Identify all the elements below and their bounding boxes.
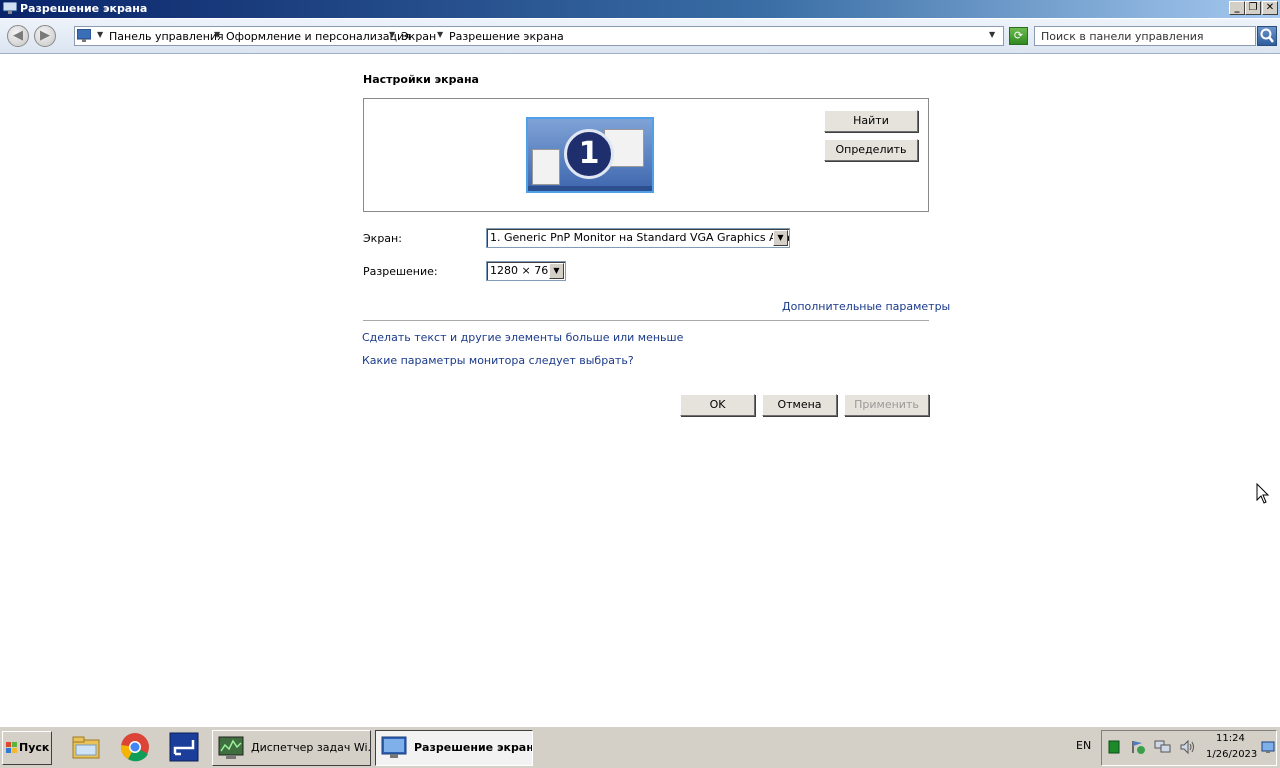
ok-button[interactable]: OK	[680, 394, 755, 416]
resolution-label: Разрешение:	[363, 265, 438, 278]
minimize-button[interactable]: _	[1229, 1, 1245, 15]
breadcrumb-appearance[interactable]: Оформление и персонализация	[226, 30, 411, 43]
navigation-bar: ◀ ▶ ▼ Панель управления ▼ Оформление и п…	[0, 19, 1280, 54]
search-icon	[1260, 28, 1274, 43]
start-label: Пуск	[19, 741, 50, 754]
windows-flag-icon	[6, 742, 17, 753]
screen-select-value: 1. Generic PnP Monitor на Standard VGA G…	[490, 231, 790, 244]
maximize-button[interactable]: ❐	[1245, 1, 1261, 15]
cancel-button[interactable]: Отмена	[762, 394, 837, 416]
mouse-cursor-icon	[1256, 483, 1270, 504]
file-explorer-icon[interactable]	[71, 732, 101, 762]
chrome-icon[interactable]	[120, 732, 150, 762]
screen-label: Экран:	[363, 232, 402, 245]
monitor-number: 1	[564, 129, 614, 179]
show-desktop-icon[interactable]	[1261, 740, 1275, 754]
chevron-down-icon[interactable]: ▼	[97, 30, 103, 39]
taskbar: Пуск Диспетчер задач Wi... Разрешение эк…	[0, 726, 1280, 768]
resolution-select-value: 1280 × 768	[490, 264, 556, 277]
monitor-preview: 1 Найти Определить	[363, 98, 929, 212]
address-history-dropdown-icon[interactable]: ▼	[989, 30, 995, 39]
clock-time[interactable]: 11:24	[1216, 733, 1245, 744]
screen-select[interactable]: 1. Generic PnP Monitor на Standard VGA G…	[486, 228, 790, 248]
volume-icon[interactable]	[1179, 739, 1195, 755]
address-bar[interactable]: ▼ Панель управления ▼ Оформление и персо…	[74, 26, 1004, 46]
tray-app-icon[interactable]	[1108, 740, 1120, 754]
identify-button[interactable]: Определить	[824, 139, 918, 161]
display-icon	[381, 736, 407, 758]
action-center-flag-icon[interactable]	[1130, 739, 1146, 755]
breadcrumb-control-panel[interactable]: Панель управления	[109, 30, 224, 43]
text-size-link[interactable]: Сделать текст и другие элементы больше и…	[362, 331, 683, 344]
task-manager-icon	[218, 736, 244, 759]
network-icon[interactable]	[1154, 739, 1172, 755]
window-title: Разрешение экрана	[20, 2, 148, 15]
chevron-down-icon[interactable]: ▼	[549, 263, 564, 279]
control-panel-icon	[77, 29, 91, 42]
chevron-down-icon[interactable]: ▼	[773, 230, 788, 246]
start-button[interactable]: Пуск	[2, 731, 52, 765]
chevron-down-icon[interactable]: ▼	[214, 30, 220, 39]
search-button[interactable]	[1257, 26, 1277, 46]
taskbar-screen-resolution[interactable]: Разрешение экрана	[375, 730, 533, 766]
page-title: Настройки экрана	[363, 73, 479, 86]
display-icon	[3, 2, 17, 14]
language-indicator[interactable]: EN	[1076, 739, 1091, 752]
taskbar-task-manager[interactable]: Диспетчер задач Wi...	[212, 730, 371, 766]
divider	[363, 320, 929, 321]
back-button[interactable]: ◀	[7, 25, 29, 47]
network-app-icon[interactable]	[169, 732, 199, 762]
breadcrumb-screen-resolution[interactable]: Разрешение экрана	[449, 30, 564, 43]
search-input[interactable]: Поиск в панели управления	[1034, 26, 1256, 46]
close-button[interactable]: ✕	[1262, 1, 1278, 15]
monitor-thumbnail[interactable]: 1	[526, 117, 654, 193]
resolution-select[interactable]: 1280 × 768 ▼	[486, 261, 566, 281]
taskbar-task-manager-label: Диспетчер задач Wi...	[251, 741, 371, 754]
refresh-button[interactable]: ⟳	[1009, 27, 1028, 45]
clock-date[interactable]: 1/26/2023	[1206, 749, 1257, 760]
taskbar-screen-resolution-label: Разрешение экрана	[414, 741, 533, 754]
forward-button[interactable]: ▶	[34, 25, 56, 47]
advanced-settings-link[interactable]: Дополнительные параметры	[782, 300, 950, 313]
breadcrumb-display[interactable]: Экран	[401, 30, 436, 43]
apply-button[interactable]: Применить	[844, 394, 929, 416]
monitor-help-link[interactable]: Какие параметры монитора следует выбрать…	[362, 354, 634, 367]
chevron-down-icon[interactable]: ▼	[437, 30, 443, 39]
find-button[interactable]: Найти	[824, 110, 918, 132]
chevron-down-icon[interactable]: ▼	[389, 30, 395, 39]
title-bar: Разрешение экрана _ ❐ ✕	[0, 0, 1280, 18]
